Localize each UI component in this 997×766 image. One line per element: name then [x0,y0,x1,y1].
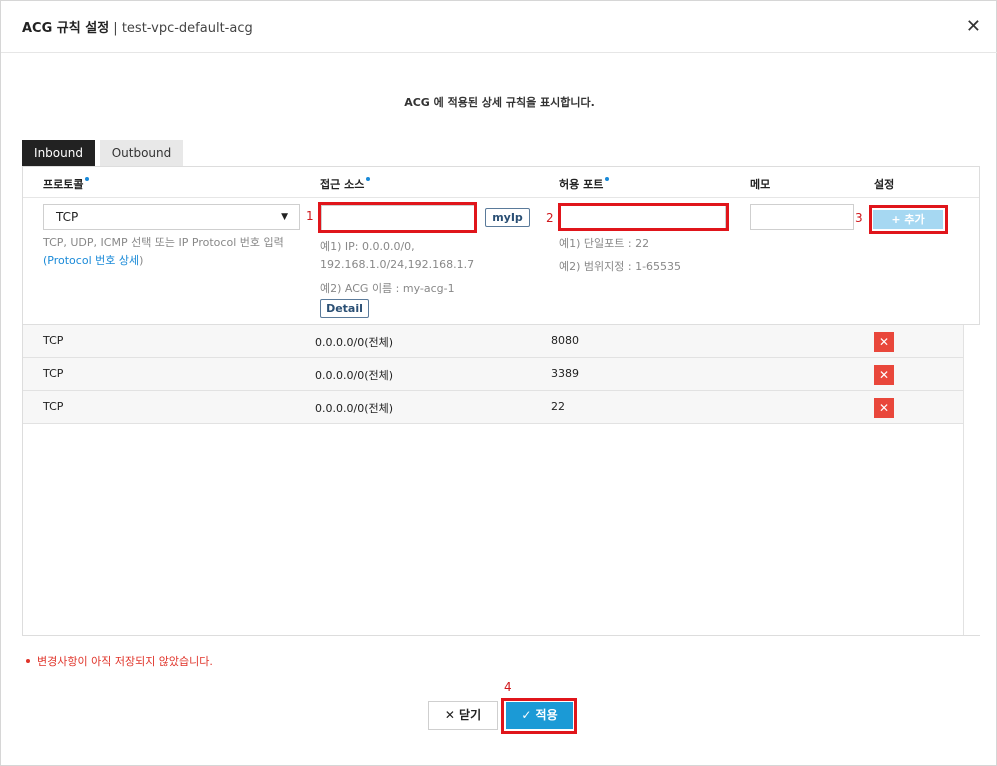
delete-rule-icon[interactable]: ✕ [874,398,894,418]
info-text: ACG 에 적용된 상세 규칙을 표시합니다. [404,96,595,109]
memo-input[interactable] [750,204,854,230]
protocol-select[interactable]: TCP ▼ [43,204,300,230]
tab-inbound[interactable]: Inbound [22,140,95,166]
rule-port: 8080 [551,334,579,347]
highlight-box-3 [869,205,948,234]
dropdown-arrow-icon: ▼ [281,212,288,222]
rule-protocol: TCP [43,367,64,380]
source-hint-ip: 예1) IP: 0.0.0.0/0, 192.168.1.0/24,192.16… [320,238,474,274]
acg-rule-dialog: ACG 규칙 설정 | test-vpc-default-acg ✕ ACG 에… [0,0,997,766]
table-row: TCP 0.0.0.0/0(전체) 3389 ✕ [23,358,963,391]
rules-scrollbar[interactable] [963,325,980,635]
hint-paren-close: ) [139,254,144,267]
required-dot-icon [85,177,90,181]
source-hint-acg: 예2) ACG 이름 : my-acg-1 [320,282,455,295]
rule-protocol: TCP [43,400,64,413]
protocol-select-value: TCP [56,210,79,224]
column-header-source: 접근 소스 [320,176,371,192]
protocol-number-link[interactable]: Protocol 번호 상세 [47,254,139,267]
table-row: TCP 0.0.0.0/0(전체) 22 ✕ [23,391,963,424]
column-label-port: 허용 포트 [559,178,604,191]
tab-outbound[interactable]: Outbound [100,140,183,166]
rule-source: 0.0.0.0/0(전체) [315,369,394,382]
detail-button[interactable]: Detail [320,299,369,318]
rule-port: 22 [551,400,565,413]
column-header-port: 허용 포트 [559,176,610,192]
dialog-header: ACG 규칙 설정 | test-vpc-default-acg ✕ [1,1,997,53]
rule-protocol: TCP [43,334,64,347]
protocol-hint-text: TCP, UDP, ICMP 선택 또는 IP Protocol 번호 입력 [43,236,284,249]
delete-rule-icon[interactable]: ✕ [874,332,894,352]
annotation-1: 1 [306,209,314,223]
title-separator: | [109,21,122,36]
warning-text: 변경사항이 아직 저장되지 않았습니다. [37,655,213,668]
source-hint-line2: 192.168.1.0/24,192.168.1.7 [320,258,475,271]
annotation-3: 3 [855,211,863,225]
rule-source: 0.0.0.0/0(전체) [315,402,394,415]
column-header-memo: 메모 [750,178,771,191]
close-button[interactable]: ✕ 닫기 [428,701,498,730]
port-hint-single: 예1) 단일포트 : 22 [559,237,650,250]
highlight-box-2 [558,203,729,231]
protocol-hint: TCP, UDP, ICMP 선택 또는 IP Protocol 번호 입력 (… [43,234,284,270]
highlight-box-4 [501,698,577,734]
highlight-box-1 [318,202,477,233]
table-row: TCP 0.0.0.0/0(전체) 8080 ✕ [23,325,963,358]
port-hint-range: 예2) 범위지정 : 1-65535 [559,260,682,273]
annotation-4: 4 [504,680,512,694]
required-dot-icon [366,177,371,181]
delete-rule-icon[interactable]: ✕ [874,365,894,385]
myip-button[interactable]: myIp [485,208,530,227]
column-label-protocol: 프로토콜 [43,178,84,191]
dialog-title-text: ACG 규칙 설정 [22,21,110,36]
column-header-settings: 설정 [874,178,895,191]
rule-port: 3389 [551,367,579,380]
acg-name: test-vpc-default-acg [121,21,253,36]
dialog-title: ACG 규칙 설정 | test-vpc-default-acg [22,17,253,36]
rule-source: 0.0.0.0/0(전체) [315,336,394,349]
column-label-source: 접근 소스 [320,178,365,191]
rules-panel: 프로토콜 접근 소스 허용 포트 메모 설정 TCP ▼ TCP, UDP, I… [22,166,980,636]
close-icon[interactable]: ✕ [966,18,981,36]
warning-dot-icon [26,659,30,663]
header-divider [23,197,979,198]
unsaved-warning: 변경사항이 아직 저장되지 않았습니다. [26,653,213,669]
annotation-2: 2 [546,211,554,225]
required-dot-icon [605,177,610,181]
source-hint-line1: 예1) IP: 0.0.0.0/0, [320,240,415,253]
column-header-protocol: 프로토콜 [43,176,90,192]
